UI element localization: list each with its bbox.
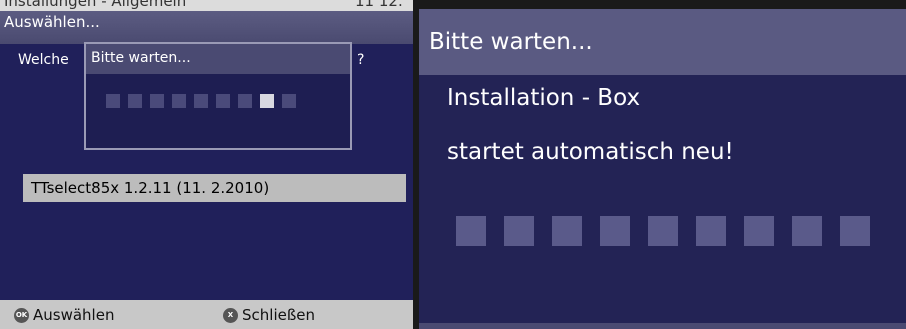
dialog-title-bar: Auswählen...: [0, 11, 413, 44]
dialog-title: Auswählen...: [4, 13, 100, 31]
wait-dialog: Bitte warten...: [84, 42, 352, 150]
select-label: Auswählen: [33, 306, 115, 324]
footer-bar: OK Auswählen X Schließen: [0, 300, 413, 329]
question-suffix: ?: [357, 52, 365, 68]
progress-block: [744, 216, 774, 246]
progress-block: [648, 216, 678, 246]
top-bar-title: Installungen - Allgemein: [4, 0, 187, 10]
progress-block: [696, 216, 726, 246]
firmware-list-item[interactable]: TTselect85x 1.2.11 (11. 2.2010): [23, 174, 406, 202]
close-button[interactable]: X Schließen: [223, 306, 315, 324]
progress-block: [552, 216, 582, 246]
progress-block: [504, 216, 534, 246]
restart-message-line2: startet automatisch neu!: [447, 139, 734, 165]
progress-block: [238, 94, 252, 108]
progress-block: [216, 94, 230, 108]
close-label: Schließen: [242, 306, 316, 324]
restart-dialog-title: Bitte warten...: [419, 9, 906, 75]
ok-icon: OK: [14, 307, 29, 323]
progress-block: [840, 216, 870, 246]
restart-message-line1: Installation - Box: [447, 85, 641, 111]
right-panel: Bitte warten... Installation - Box start…: [419, 9, 906, 329]
progress-block: [792, 216, 822, 246]
left-panel: Installungen - Allgemein 11 12. 2 Auswäh…: [0, 0, 413, 329]
wait-dialog-title: Bitte warten...: [86, 44, 350, 74]
question-prefix: Welche: [18, 52, 69, 68]
progress-block: [194, 94, 208, 108]
progress-block: [128, 94, 142, 108]
progress-block: [456, 216, 486, 246]
progress-block: [600, 216, 630, 246]
progress-block: [260, 94, 274, 108]
close-icon: X: [223, 307, 238, 323]
panel-top-edge: [419, 0, 906, 9]
top-bar-clipped: Installungen - Allgemein 11 12. 2: [0, 0, 413, 30]
restart-progress-blocks: [456, 216, 870, 246]
progress-block: [172, 94, 186, 108]
select-button[interactable]: OK Auswählen: [14, 306, 114, 324]
progress-block: [106, 94, 120, 108]
progress-block: [150, 94, 164, 108]
progress-blocks: [106, 94, 296, 108]
progress-block: [282, 94, 296, 108]
bottom-edge: [419, 323, 906, 329]
